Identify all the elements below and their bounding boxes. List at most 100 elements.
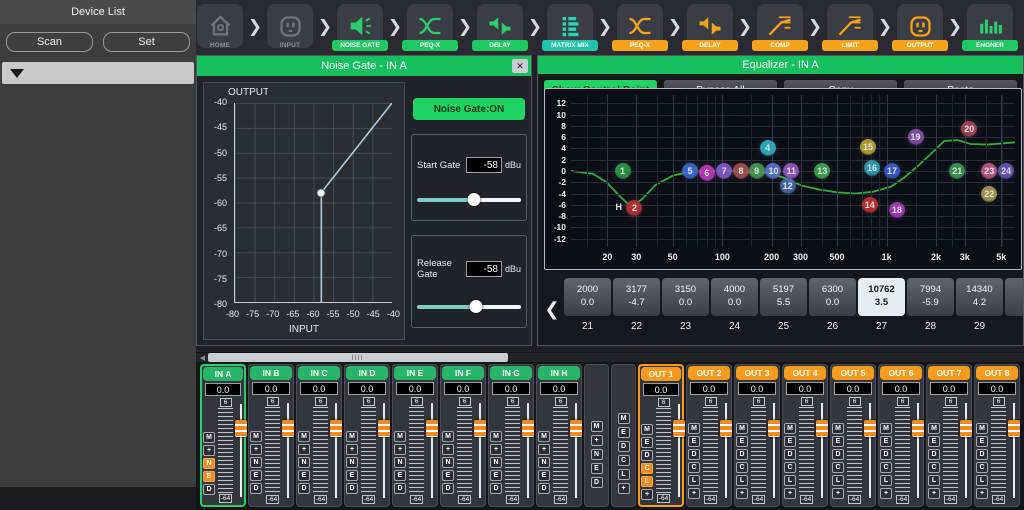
strip-button-E[interactable]: E bbox=[928, 436, 940, 447]
fader-track[interactable] bbox=[913, 399, 923, 502]
strip-button-C[interactable]: C bbox=[832, 462, 844, 473]
strip-button-N[interactable]: N bbox=[591, 449, 603, 460]
strip-button-+[interactable]: + bbox=[394, 444, 406, 455]
strip-button-M[interactable]: M bbox=[346, 431, 358, 442]
strip-button-N[interactable]: N bbox=[203, 458, 215, 469]
fader-track[interactable] bbox=[674, 400, 684, 501]
mixer-scrollbar-thumb[interactable] bbox=[208, 353, 508, 362]
gate-threshold-handle[interactable] bbox=[317, 188, 326, 197]
strip-button-M[interactable]: M bbox=[832, 423, 844, 434]
eq-control-point-21[interactable]: 21 bbox=[949, 163, 965, 179]
strip-button-E[interactable]: E bbox=[736, 436, 748, 447]
strip-button-L[interactable]: L bbox=[688, 475, 700, 486]
fader-knob[interactable] bbox=[426, 420, 438, 437]
channel-gain-value[interactable]: 0.0 bbox=[643, 383, 679, 396]
strip-button-M[interactable]: M bbox=[880, 423, 892, 434]
strip-button-E[interactable]: E bbox=[250, 470, 262, 481]
toolbar-item-limit[interactable]: LIMIT bbox=[826, 3, 874, 51]
strip-button-C[interactable]: C bbox=[784, 462, 796, 473]
scan-button[interactable]: Scan bbox=[6, 32, 93, 52]
toolbar-item-output[interactable]: OUTPUT bbox=[896, 3, 944, 51]
eq-control-point-23[interactable]: 23 bbox=[981, 163, 997, 179]
strip-button-E[interactable]: E bbox=[641, 437, 653, 448]
fader-knob[interactable] bbox=[673, 420, 685, 437]
fader-track[interactable] bbox=[523, 399, 533, 502]
strip-button-L[interactable]: L bbox=[928, 475, 940, 486]
release-gate-value[interactable]: -58 bbox=[466, 261, 502, 277]
strip-button-D[interactable]: D bbox=[490, 483, 502, 494]
strip-button-C[interactable]: C bbox=[880, 462, 892, 473]
channel-header-out-5[interactable]: OUT 5 bbox=[832, 366, 874, 380]
eq-control-point-10[interactable]: 10 bbox=[765, 163, 781, 179]
strip-button-C[interactable]: C bbox=[618, 455, 630, 466]
channel-strip-out-6[interactable]: OUT 60.0MEDCL+6-64 bbox=[878, 364, 924, 507]
toolbar-item-peq-x[interactable]: PEQ-X bbox=[616, 3, 664, 51]
strip-button-D[interactable]: D bbox=[641, 450, 653, 461]
channel-header-in-c[interactable]: IN C bbox=[298, 366, 340, 380]
strip-button-C[interactable]: C bbox=[641, 463, 653, 474]
strip-button-D[interactable]: D bbox=[688, 449, 700, 460]
channel-gain-value[interactable]: 0.0 bbox=[252, 382, 290, 395]
band-cell-28[interactable]: 7994-5.9 bbox=[907, 278, 954, 316]
strip-button-D[interactable]: D bbox=[880, 449, 892, 460]
channel-header-out-1[interactable]: OUT 1 bbox=[641, 367, 681, 381]
fader-track[interactable] bbox=[475, 399, 485, 502]
strip-button-+[interactable]: + bbox=[490, 444, 502, 455]
channel-gain-value[interactable]: 0.0 bbox=[882, 382, 920, 395]
channel-header-out-7[interactable]: OUT 7 bbox=[928, 366, 970, 380]
fader-track[interactable] bbox=[769, 399, 779, 502]
strip-button-D[interactable]: D bbox=[618, 441, 630, 452]
strip-button-D[interactable]: D bbox=[538, 483, 550, 494]
close-icon[interactable]: ✕ bbox=[512, 59, 528, 73]
fader-track[interactable] bbox=[721, 399, 731, 502]
channel-strip-in-a[interactable]: IN A0.0M+NED6-64 bbox=[200, 364, 246, 507]
strip-button-M[interactable]: M bbox=[490, 431, 502, 442]
device-dropdown[interactable] bbox=[2, 62, 194, 84]
strip-button-E[interactable]: E bbox=[832, 436, 844, 447]
eq-control-point-18[interactable]: 18 bbox=[889, 202, 905, 218]
strip-button-N[interactable]: N bbox=[442, 457, 454, 468]
fader-knob[interactable] bbox=[282, 420, 294, 437]
strip-button-N[interactable]: N bbox=[346, 457, 358, 468]
band-cell-22[interactable]: 3177-4.7 bbox=[613, 278, 660, 316]
strip-button-E[interactable]: E bbox=[394, 470, 406, 481]
noise-gate-power-button[interactable]: Noise Gate:ON bbox=[413, 98, 525, 120]
channel-strip-out-8[interactable]: OUT 80.0MEDCL+6-64 bbox=[974, 364, 1020, 507]
eq-control-point-5[interactable]: 5 bbox=[682, 163, 698, 179]
gate-plot-area[interactable] bbox=[234, 103, 392, 303]
fader-track[interactable] bbox=[331, 399, 341, 502]
strip-button-D[interactable]: D bbox=[736, 449, 748, 460]
eq-control-point-19[interactable]: 19 bbox=[908, 129, 924, 145]
strip-button-+[interactable]: + bbox=[442, 444, 454, 455]
strip-button-+[interactable]: + bbox=[250, 444, 262, 455]
strip-button-M[interactable]: M bbox=[976, 423, 988, 434]
channel-strip-master-out[interactable]: MEDCL+ bbox=[611, 364, 636, 507]
channel-header-out-6[interactable]: OUT 6 bbox=[880, 366, 922, 380]
strip-button-D[interactable]: D bbox=[346, 483, 358, 494]
channel-gain-value[interactable]: 0.0 bbox=[540, 382, 578, 395]
strip-button-+[interactable]: + bbox=[538, 444, 550, 455]
eq-control-point-2[interactable]: 2H bbox=[626, 200, 642, 216]
fader-track[interactable] bbox=[961, 399, 971, 502]
channel-strip-in-h[interactable]: IN H0.0M+NED6-64 bbox=[536, 364, 582, 507]
strip-button-D[interactable]: D bbox=[591, 477, 603, 488]
eq-control-point-15[interactable]: 15 bbox=[860, 139, 876, 155]
strip-button-M[interactable]: M bbox=[688, 423, 700, 434]
toolbar-item-peq-x[interactable]: PEQ-X bbox=[406, 3, 454, 51]
eq-control-point-20[interactable]: 20 bbox=[961, 121, 977, 137]
strip-button-+[interactable]: + bbox=[298, 444, 310, 455]
eq-control-point-13[interactable]: 13 bbox=[814, 163, 830, 179]
release-gate-slider[interactable] bbox=[417, 300, 521, 313]
channel-strip-out-4[interactable]: OUT 40.0MEDCL+6-64 bbox=[782, 364, 828, 507]
slider-thumb[interactable] bbox=[468, 193, 481, 206]
channel-gain-value[interactable]: 0.0 bbox=[690, 382, 728, 395]
toolbar-item-delay[interactable]: DELAY bbox=[476, 3, 524, 51]
fader-track[interactable] bbox=[817, 399, 827, 502]
channel-gain-value[interactable]: 0.0 bbox=[492, 382, 530, 395]
toolbar-item-delay[interactable]: DELAY bbox=[686, 3, 734, 51]
eq-control-point-8[interactable]: 8 bbox=[733, 163, 749, 179]
toolbar-item-home[interactable]: HOME bbox=[196, 3, 244, 51]
eq-control-point-11[interactable]: 11 bbox=[783, 163, 799, 179]
strip-button-M[interactable]: M bbox=[442, 431, 454, 442]
strip-button-D[interactable]: D bbox=[298, 483, 310, 494]
